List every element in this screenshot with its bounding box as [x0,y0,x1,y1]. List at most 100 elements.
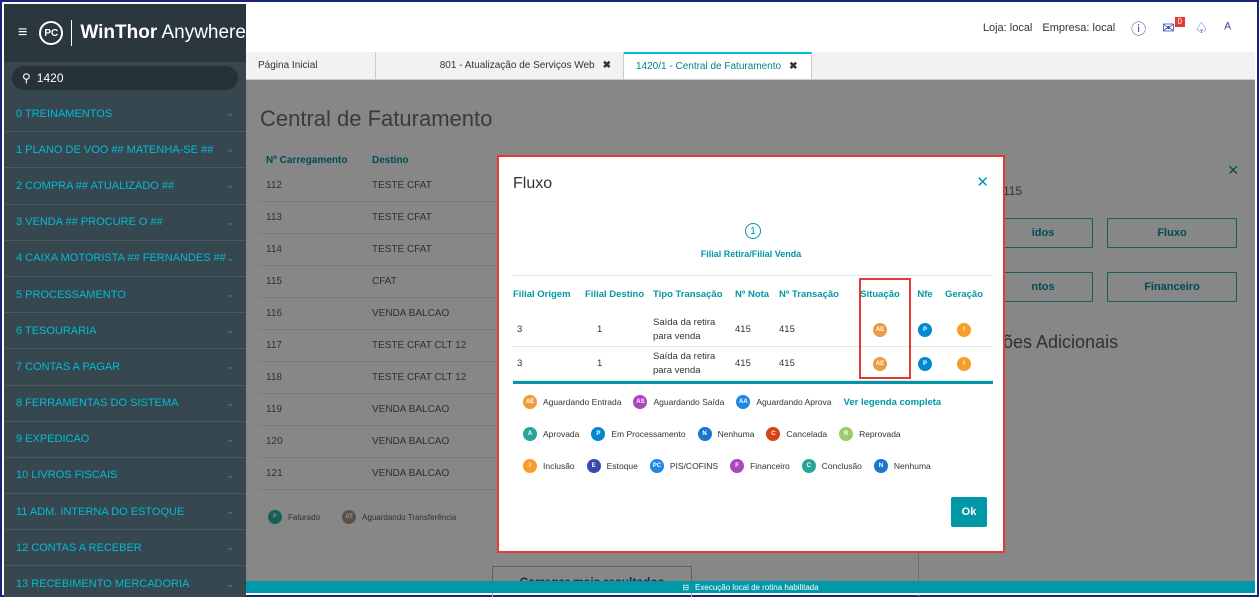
chevron-down-icon: ⌄ [226,506,234,517]
step-label: Filial Retira/Filial Venda [700,249,802,259]
legend-badge-icon: N [873,459,888,473]
sidebar-item[interactable]: 3 VENDA ## PROCURE O ## ⌄ [4,205,246,241]
search-input[interactable]: ⚲ 1420 [12,66,238,90]
geracao-i-icon[interactable]: I [957,356,971,371]
sidebar-item-label: 9 EXPEDICAO [16,433,90,446]
mail-badge: 0 [1174,17,1185,27]
chevron-down-icon: ⌄ [226,469,234,480]
transacao-cell: 415 [779,358,795,369]
pc-logo: PC [39,21,64,45]
sidebar-item-label: 5 PROCESSAMENTO [16,288,126,301]
sidebar-item-label: 3 VENDA ## PROCURE O ## [16,216,163,229]
sidebar-item-label: 1 PLANO DE VOO ## MATENHA-SE ## [16,143,214,156]
nota-cell: 415 [735,358,751,369]
legend-row-1-items: AE Aguardando Entrada AS Aguardando Saída AA… [523,395,844,409]
legend-item: N Nenhuma [873,459,931,473]
bell-icon[interactable]: ♤ [1195,19,1208,37]
legend-label: Aguardando Entrada [543,397,622,407]
mail-icon[interactable]: ✉ 0 [1162,17,1185,37]
sidebar-item-label: 11 ADM. INTERNA DO ESTOQUE [16,505,185,518]
sidebar-item[interactable]: 9 EXPEDICAO ⌄ [4,422,246,458]
tab-home[interactable]: Página Inicial [246,52,376,79]
legend-item: AS Aguardando Saída [633,395,724,409]
sidebar-item[interactable]: 10 LIVROS FISCAIS ⌄ [4,458,246,495]
close-icon[interactable]: ✕ [976,173,989,191]
sidebar-item[interactable]: 4 CAIXA MOTORISTA ## FERNANDES ## ⌄ [4,241,246,277]
legend-label: Aprovada [543,429,580,439]
legend-badge-icon: PC [649,459,664,473]
table-row[interactable]: 3 1 Saída da retira para venda 415 415 AE P I [513,313,993,347]
nfe-p-icon[interactable]: P [918,356,932,371]
sidebar-item[interactable]: 2 COMPRA ## ATUALIZADO ## ⌄ [4,168,246,205]
legend-item: R Reprovada [839,427,901,441]
app-name-rest: Anywhere [157,22,246,43]
chevron-down-icon: ⌄ [226,542,234,553]
sidebar-item[interactable]: 1 PLANO DE VOO ## MATENHA-SE ## ⌄ [4,132,246,169]
tab-1420[interactable]: 1420/1 - Central de Faturamento ✖ [624,52,812,79]
transacao-cell: 415 [779,324,795,335]
legend-badge-icon: C [801,459,816,473]
legend-badge-icon: P [591,427,606,441]
tab-1420-label: 1420/1 - Central de Faturamento [636,61,782,72]
legend-item: AE Aguardando Entrada [523,395,621,409]
sidebar-item-label: 0 TREINAMENTOS [16,107,113,120]
geracao-i-icon[interactable]: I [957,322,971,337]
col-nfe: Nfe [917,289,933,300]
chevron-down-icon: ⌄ [226,289,234,300]
nfe-p-icon[interactable]: P [918,322,932,337]
status-text: Execução local de rotina habilitada [695,582,819,592]
chevron-down-icon: ⌄ [226,578,234,589]
legend-badge-icon: A [523,427,537,441]
ver-legenda-link[interactable]: Ver legenda completa [844,397,942,408]
tipo-cell: Saída da retira para venda [653,350,716,376]
origem-cell: 3 [517,358,523,369]
chevron-down-icon: ⌄ [226,216,234,227]
geracao-cell: I [939,322,989,337]
close-tab-icon[interactable]: ✖ [603,60,611,71]
legend-item: C Conclusão [801,459,862,473]
table-row[interactable]: 3 1 Saída da retira para venda 415 415 AE P I [513,347,993,381]
legend-item: PC PIS/COFINS [649,459,718,473]
status-icon: ⊟ [682,582,690,592]
sidebar-item[interactable]: 11 ADM. INTERNA DO ESTOQUE ⌄ [4,494,246,531]
sidebar-item[interactable]: 5 PROCESSAMENTO ⌄ [4,277,246,314]
sidebar-item-label: 6 TESOURARIA [16,324,97,337]
sidebar-item[interactable]: 8 FERRAMENTAS DO SISTEMA ⌄ [4,386,246,422]
col-filial-origem: Filial Origem [513,289,571,300]
legend-item: N Nenhuma [697,427,755,441]
sidebar-item-label: 8 FERRAMENTAS DO SISTEMA [16,397,179,410]
ok-button[interactable]: Ok [951,497,987,527]
close-tab-icon[interactable]: ✖ [789,61,797,72]
brand-header: ≡ PC WinThor Anywhere [4,4,246,62]
status-bar: ⊟ Execução local de rotina habilitada [246,581,1255,593]
modal-title: Fluxo [513,175,553,192]
sidebar-item[interactable]: 7 CONTAS A PAGAR ⌄ [4,349,246,386]
legend-label: Inclusão [543,461,575,471]
legend-item: P Em Processamento [591,427,686,441]
legend-label: Aguardando Saída [653,397,725,407]
legend-label: Financeiro [750,461,790,471]
tab-801[interactable]: 801 - Atualização de Serviços Web ✖ [376,52,624,79]
sidebar-item[interactable]: 6 TESOURARIA ⌄ [4,313,246,350]
help-icon[interactable]: ⓘ [1131,18,1146,39]
legend-item: C Cancelada [766,427,827,441]
legend-label: Estoque [606,461,638,471]
legend-item: A Aprovada [523,427,579,441]
sidebar-item[interactable]: 0 TREINAMENTOS ⌄ [4,96,246,133]
hamburger-menu-icon[interactable]: ≡ [18,24,27,42]
col-transacao: Nº Transação [779,289,839,300]
company-label: Empresa: local [1042,22,1116,34]
legend-label: Reprovada [859,429,901,439]
origem-cell: 3 [517,324,523,335]
legend-label: Cancelada [786,429,828,439]
legend-label: Nenhuma [717,429,755,439]
legend-badge-icon: AA [736,395,751,409]
sidebar-item[interactable]: 12 CONTAS A RECEBER ⌄ [4,530,246,567]
user-icon[interactable]: ᴬ [1224,20,1231,37]
chevron-down-icon: ⌄ [226,252,234,263]
legend-badge-icon: I [523,459,537,473]
chevron-down-icon: ⌄ [226,108,234,119]
app-name-bold: WinThor [80,22,158,43]
sidebar-item[interactable]: 13 RECEBIMENTO MERCADORIA ⌄ [4,566,246,597]
legend-badge-icon: N [697,427,712,441]
